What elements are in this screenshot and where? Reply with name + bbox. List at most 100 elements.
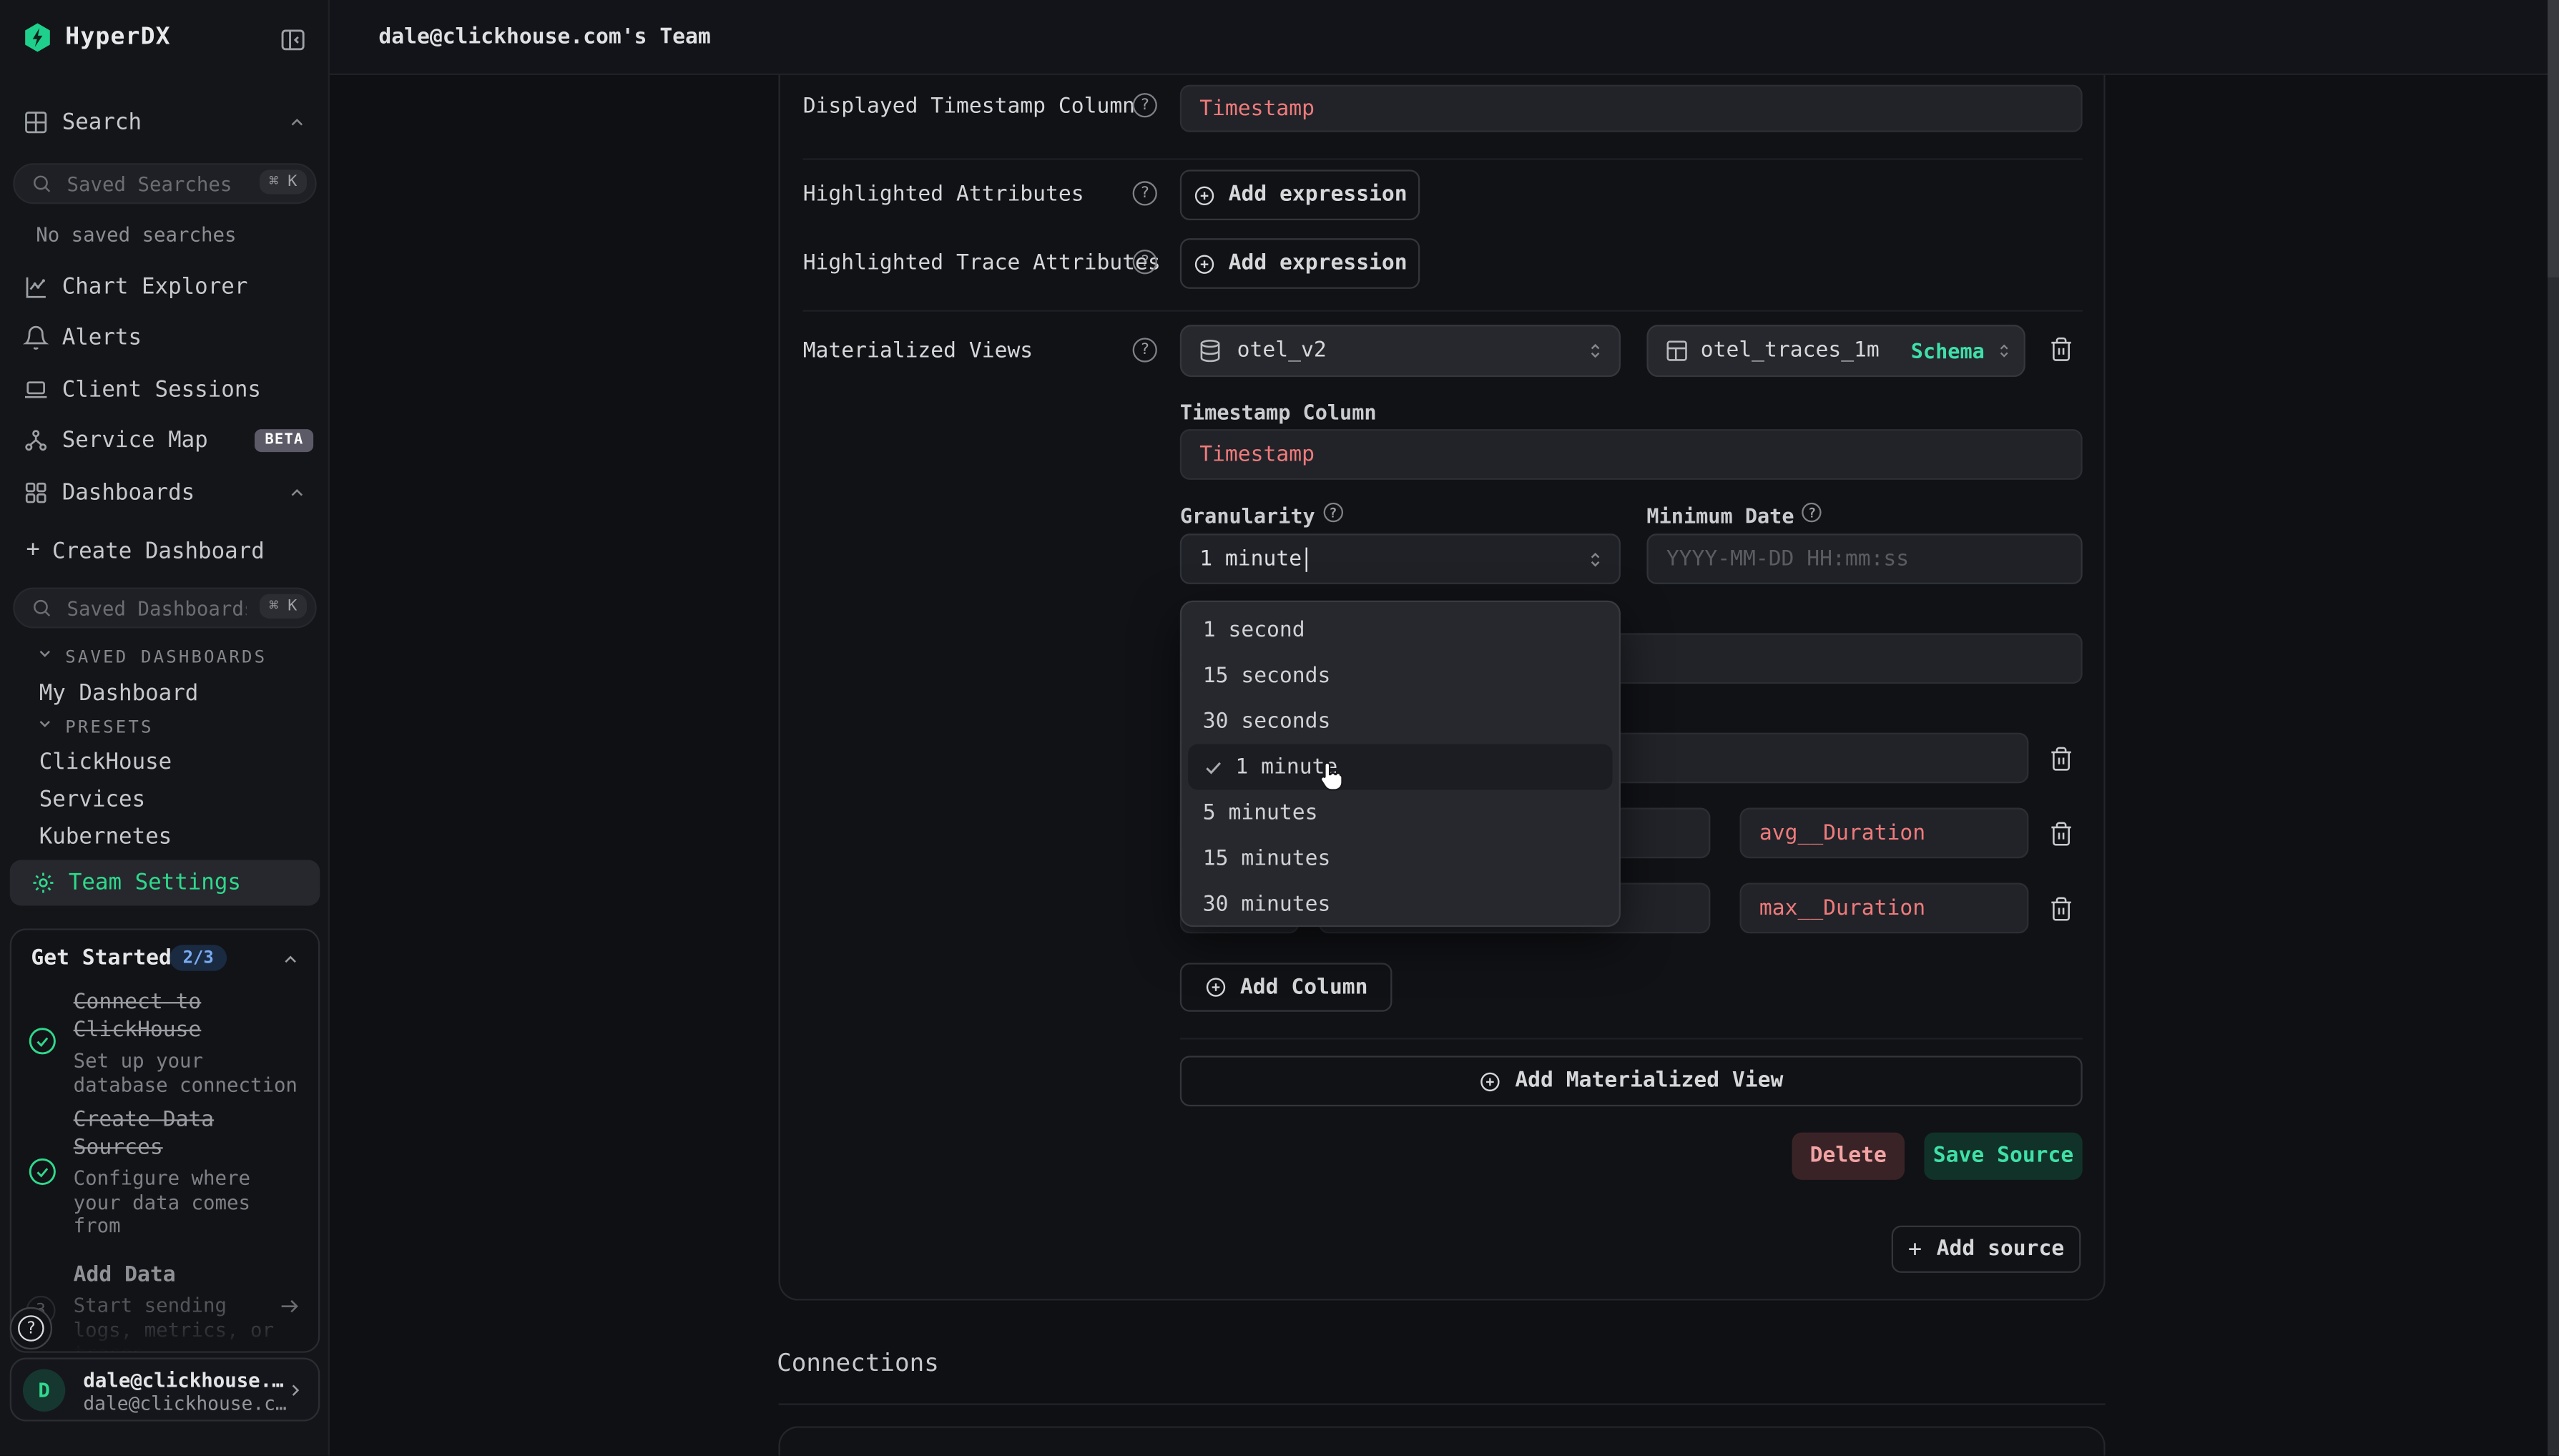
table-select[interactable]: otel_traces_1m Schema [1646, 325, 2025, 377]
section-saved-dashboards[interactable]: SAVED DASHBOARDS [65, 648, 267, 667]
sidebar-item-label: Chart Explorer [62, 273, 248, 300]
saved-dashboards-input[interactable]: ⌘ K [13, 587, 316, 628]
select-chevrons-icon [1585, 549, 1606, 570]
get-started-step[interactable]: Connect to ClickHouse Set up your databa… [74, 989, 302, 1097]
displayed-timestamp-input[interactable]: Timestamp [1180, 85, 2083, 132]
app-window: HyperDX Search ⌘ K No saved searches [0, 0, 2559, 1455]
create-dashboard-button[interactable]: + Create Dashboard [0, 528, 330, 573]
help-icon[interactable]: ? [1323, 503, 1342, 522]
step-desc: Set up your database connection [74, 1049, 302, 1096]
schema-link[interactable]: Schema [1911, 338, 1985, 363]
sidebar-item-search[interactable]: Search [0, 99, 330, 144]
get-started-step[interactable]: Create Data Sources Configure where your… [74, 1106, 302, 1238]
sidebar-item-clickhouse[interactable]: ClickHouse [39, 749, 172, 775]
get-started-card: Get Started 2/3 Connect to ClickHouse Se… [10, 928, 320, 1352]
database-icon [1198, 338, 1222, 363]
dashboards-icon [23, 479, 49, 506]
highlighted-attributes-label: Highlighted Attributes [803, 183, 1084, 207]
app-title: HyperDX [65, 24, 170, 51]
sidebar-item-client-sessions[interactable]: Client Sessions [0, 367, 330, 411]
sidebar-item-label: Client Sessions [62, 376, 261, 403]
no-saved-searches-text: No saved searches [36, 224, 236, 247]
beta-badge: BETA [255, 428, 313, 451]
sidebar-item-dashboards[interactable]: Dashboards [0, 470, 330, 514]
sidebar-item-my-dashboard[interactable]: My Dashboard [39, 681, 199, 707]
add-materialized-view-button[interactable]: Add Materialized View [1180, 1056, 2083, 1106]
create-dashboard-label: Create Dashboard [52, 538, 265, 565]
search-results-icon [23, 109, 49, 135]
bell-icon [23, 324, 49, 350]
add-source-button[interactable]: + Add source [1892, 1226, 2081, 1273]
help-icon[interactable]: ? [1133, 250, 1157, 274]
column-alias-input[interactable]: max__Duration [1740, 883, 2029, 934]
scrollbar[interactable] [2548, 0, 2559, 1455]
sidebar-item-alerts[interactable]: Alerts [0, 315, 330, 359]
add-expression-button[interactable]: Add expression [1180, 238, 1420, 289]
search-icon [31, 173, 52, 195]
delete-column-icon[interactable] [2048, 821, 2075, 847]
chart-explorer-icon [23, 273, 49, 300]
plus-icon: + [26, 537, 40, 564]
timestamp-column-input[interactable]: Timestamp [1180, 429, 2083, 480]
delete-button[interactable]: Delete [1792, 1133, 1905, 1180]
table-value: otel_traces_1m [1701, 338, 1880, 363]
save-source-button[interactable]: Save Source [1924, 1133, 2082, 1180]
dropdown-option[interactable]: 15 seconds [1188, 653, 1612, 699]
help-icon[interactable]: ? [1133, 181, 1157, 205]
chevron-up-icon [288, 112, 307, 132]
add-column-button[interactable]: Add Column [1180, 963, 1393, 1011]
get-started-title: Get Started [31, 947, 171, 971]
sidebar-item-services[interactable]: Services [39, 787, 145, 813]
help-icon[interactable]: ? [1133, 338, 1157, 362]
user-email: dale@clickhouse.c… [83, 1392, 286, 1415]
sidebar-item-service-map[interactable]: Service Map BETA [0, 418, 330, 462]
granularity-label: Granularity? [1180, 503, 1343, 528]
help-button[interactable]: ? [10, 1307, 52, 1349]
dropdown-option[interactable]: 15 minutes [1188, 835, 1612, 881]
select-chevrons-icon [1994, 341, 2013, 360]
step-title: Create Data Sources [74, 1106, 302, 1162]
search-icon [31, 597, 52, 619]
saved-searches-input[interactable]: ⌘ K [13, 163, 316, 204]
section-presets[interactable]: PRESETS [65, 718, 153, 737]
help-icon[interactable]: ? [1802, 503, 1822, 522]
sidebar-item-kubernetes[interactable]: Kubernetes [39, 824, 172, 850]
fade-overlay [11, 1309, 318, 1351]
chevron-down-icon[interactable] [36, 714, 54, 732]
hyperdx-logo-icon[interactable] [21, 21, 54, 54]
dropdown-option[interactable]: 1 second [1188, 607, 1612, 653]
dropdown-option[interactable]: 5 minutes [1188, 790, 1612, 835]
user-menu[interactable]: D dale@clickhouse.… dale@clickhouse.c… [10, 1358, 320, 1422]
materialized-views-label: Materialized Views [803, 340, 1033, 364]
main-content: Displayed Timestamp Column ? Timestamp H… [330, 75, 2548, 1455]
chevron-up-icon[interactable] [280, 950, 300, 969]
column-alias-input[interactable]: avg__Duration [1740, 808, 2029, 859]
database-select[interactable]: otel_v2 [1180, 325, 1621, 377]
page-title: dale@clickhouse.com's Team [378, 24, 710, 49]
divider [803, 310, 2083, 312]
sidebar-item-team-settings[interactable]: Team Settings [10, 860, 320, 906]
question-icon: ? [18, 1315, 44, 1342]
sidebar-item-chart-explorer[interactable]: Chart Explorer [0, 265, 330, 309]
minimum-date-input[interactable]: YYYY-MM-DD HH:mm:ss [1646, 533, 2082, 584]
chevron-down-icon[interactable] [36, 644, 54, 662]
dropdown-option[interactable]: 30 minutes [1188, 881, 1612, 927]
delete-column-icon[interactable] [2048, 746, 2075, 772]
check-icon [1203, 757, 1224, 778]
sidebar: HyperDX Search ⌘ K No saved searches [0, 0, 330, 1455]
minimum-date-label: Minimum Date? [1646, 503, 1822, 528]
dropdown-option[interactable]: 30 seconds [1188, 699, 1612, 744]
plus-circle-icon [1192, 252, 1215, 275]
shortcut-badge: ⌘ K [259, 169, 307, 194]
scrollbar-thumb[interactable] [2548, 0, 2559, 277]
table-icon [1665, 338, 1689, 363]
delete-column-icon[interactable] [2048, 896, 2075, 923]
delete-view-icon[interactable] [2048, 336, 2075, 363]
granularity-select[interactable]: 1 minute [1180, 533, 1621, 584]
displayed-timestamp-label: Displayed Timestamp Column [803, 94, 1135, 119]
add-expression-button[interactable]: Add expression [1180, 169, 1420, 220]
collapse-sidebar-icon[interactable] [279, 26, 307, 54]
sidebar-item-label: Service Map [62, 427, 208, 453]
help-icon[interactable]: ? [1133, 93, 1157, 117]
dropdown-option-selected[interactable]: 1 minute [1188, 744, 1612, 790]
